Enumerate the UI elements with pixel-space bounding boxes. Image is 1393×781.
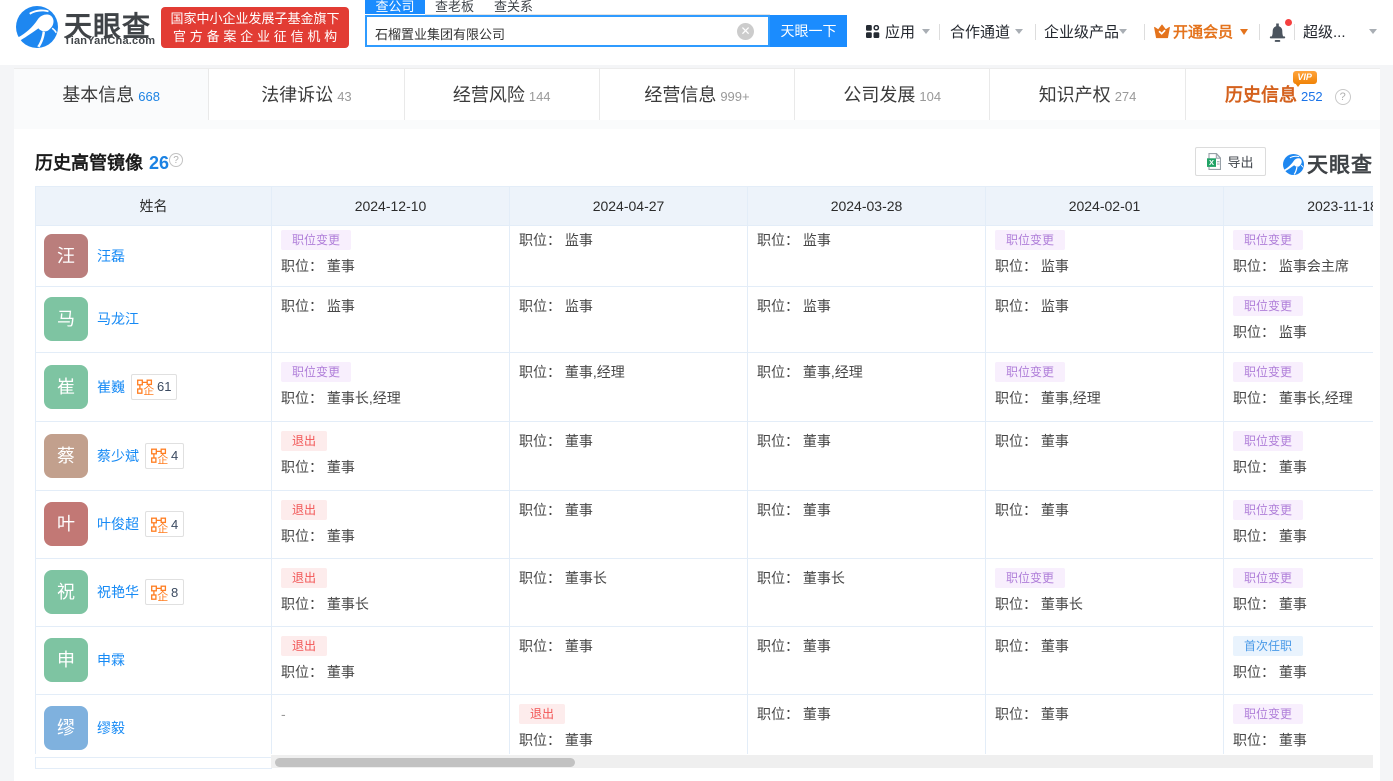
svg-text:X: X: [1209, 158, 1214, 167]
svg-text:企: 企: [157, 589, 168, 601]
svg-text:企: 企: [157, 452, 168, 464]
svg-text:企: 企: [157, 521, 168, 533]
svg-text:企: 企: [143, 383, 154, 395]
